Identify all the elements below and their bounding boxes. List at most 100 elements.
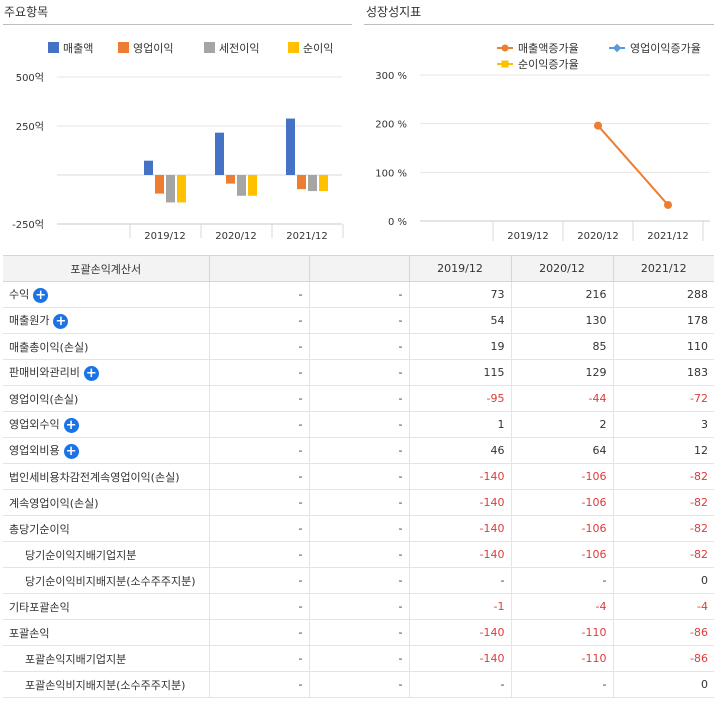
x-tick-label: 2019/12 <box>507 231 549 242</box>
left-panel-title: 주요항목 <box>4 5 49 19</box>
bar <box>166 175 175 203</box>
row-label: 당기순이익비지배지분(소수주주지분) <box>25 574 196 588</box>
legend-label: 매출액증가율 <box>518 42 579 55</box>
bar <box>297 175 306 190</box>
legend-swatch <box>118 42 129 53</box>
legend-swatch <box>48 42 59 53</box>
row-label-cell: 계속영업이익(손실) <box>3 489 210 516</box>
row-label: 영업외수익 <box>9 418 60 432</box>
table-row: 매출총이익(손실) - -19 85 110 <box>3 333 714 360</box>
empty-period-cell: - <box>309 567 410 594</box>
x-tick-label: 2021/12 <box>647 231 689 242</box>
header-cell: 2021/12 <box>613 255 714 282</box>
empty-period-cell: - <box>209 541 310 568</box>
table-row: 당기순이익지배기업지분 - - -140 -106 -82 <box>3 541 714 568</box>
value-cell: -82 <box>613 515 714 542</box>
empty-period-cell: - <box>209 281 310 308</box>
empty-period-cell: - <box>209 333 310 360</box>
legend-swatch <box>204 42 215 53</box>
row-label: 매출원가 <box>9 314 50 328</box>
y-tick-label: 200 % <box>375 120 407 131</box>
row-label: 포괄손익 <box>9 626 50 640</box>
row-label-cell: 영업외수익 + <box>3 411 210 438</box>
value-cell: -106 <box>511 489 614 516</box>
value-cell: 19 <box>409 333 512 360</box>
y-tick-label: 250억 <box>16 121 44 133</box>
value-cell: 183 <box>613 359 714 386</box>
empty-period-cell: - <box>209 645 310 672</box>
value-cell: -72 <box>613 385 714 412</box>
row-label: 계속영업이익(손실) <box>9 496 99 510</box>
legend-marker <box>501 44 509 52</box>
row-label: 영업외비용 <box>9 444 60 458</box>
expand-plus-icon[interactable]: + <box>53 313 69 329</box>
value-cell: -140 <box>409 489 512 516</box>
empty-period-cell: - <box>309 645 410 672</box>
value-cell: 130 <box>511 307 614 334</box>
empty-period-cell: - <box>209 515 310 542</box>
row-label-cell: 당기순이익비지배지분(소수주주지분) <box>3 567 210 594</box>
legend-label: 순이익증가율 <box>518 58 579 71</box>
expand-plus-icon[interactable]: + <box>63 417 79 433</box>
value-cell: -4 <box>511 593 614 620</box>
value-cell: 288 <box>613 281 714 308</box>
empty-period-cell: - <box>309 359 410 386</box>
x-tick-label: 2020/12 <box>215 231 257 242</box>
row-label: 기타포괄손익 <box>9 600 70 614</box>
expand-plus-icon[interactable]: + <box>83 365 99 381</box>
value-cell: 178 <box>613 307 714 334</box>
row-label-cell: 매출총이익(손실) <box>3 333 210 360</box>
data-point <box>594 121 602 130</box>
value-cell: 110 <box>613 333 714 360</box>
expand-plus-icon[interactable]: + <box>33 287 49 303</box>
value-cell: - <box>511 671 614 698</box>
empty-period-cell: - <box>309 593 410 620</box>
legend-label: 순이익 <box>303 42 333 55</box>
value-cell: -140 <box>409 463 512 490</box>
empty-period-cell: - <box>209 671 310 698</box>
row-label-cell: 포괄손익비지배지분(소수주주지분) <box>3 671 210 698</box>
value-cell: -106 <box>511 463 614 490</box>
row-label-cell: 포괄손익지배기업지분 <box>3 645 210 672</box>
table-row: 수익 + - -73 216 288 <box>3 281 714 308</box>
value-cell: 2 <box>511 411 614 438</box>
table-row: 당기순이익비지배지분(소수주주지분) - - - -0 <box>3 567 714 594</box>
empty-period-cell: - <box>209 489 310 516</box>
empty-period-cell: - <box>309 489 410 516</box>
row-label-cell: 수익 + <box>3 281 210 308</box>
row-label: 포괄손익지배기업지분 <box>25 652 127 666</box>
row-label: 포괄손익비지배지분(소수주주지분) <box>25 678 186 692</box>
expand-plus-icon[interactable]: + <box>63 443 79 459</box>
value-cell: 115 <box>409 359 512 386</box>
y-tick-label: 300 % <box>375 71 407 82</box>
empty-period-cell: - <box>209 359 310 386</box>
legend-marker <box>501 60 509 68</box>
value-cell: - <box>409 671 512 698</box>
table-row: 매출원가 + - -54 130 178 <box>3 307 714 334</box>
empty-period-cell: - <box>309 671 410 698</box>
y-tick-label: 100 % <box>375 168 407 179</box>
empty-period-cell: - <box>309 385 410 412</box>
header-cell <box>309 255 410 282</box>
legend-label: 영업이익 <box>133 42 173 55</box>
table-row: 계속영업이익(손실) - - -140 -106 -82 <box>3 489 714 516</box>
empty-period-cell: - <box>309 619 410 646</box>
row-label: 영업이익(손실) <box>9 392 79 406</box>
value-cell: -4 <box>613 593 714 620</box>
empty-period-cell: - <box>309 515 410 542</box>
empty-period-cell: - <box>309 307 410 334</box>
row-label: 수익 <box>9 288 30 302</box>
empty-period-cell: - <box>209 307 310 334</box>
table-row: 영업외비용 + - -46 64 12 <box>3 437 714 464</box>
bar <box>155 175 164 194</box>
x-tick-label: 2019/12 <box>144 231 186 242</box>
value-cell: -82 <box>613 463 714 490</box>
value-cell: -95 <box>409 385 512 412</box>
series-line <box>597 124 669 206</box>
bar <box>286 118 295 175</box>
row-label-cell: 포괄손익 <box>3 619 210 646</box>
bar <box>248 175 257 196</box>
value-cell: 3 <box>613 411 714 438</box>
value-cell: -110 <box>511 645 614 672</box>
row-label: 판매비와관리비 <box>9 366 80 380</box>
